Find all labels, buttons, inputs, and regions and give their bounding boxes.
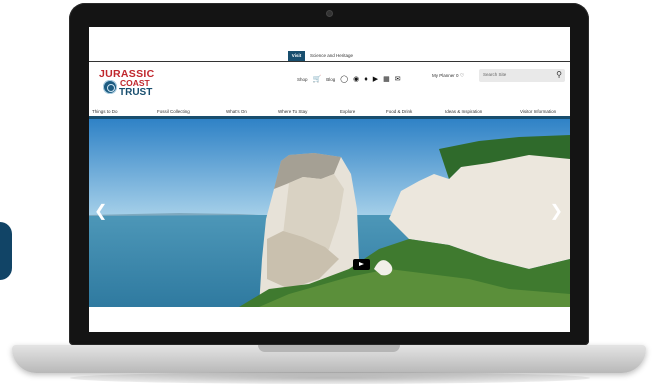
gallery-icon[interactable]: ▦ (383, 76, 390, 83)
ammonite-icon (103, 80, 117, 94)
chevron-right-icon[interactable]: ❯ (550, 201, 563, 221)
laptop-notch (258, 345, 400, 352)
tab-science-and-heritage[interactable]: Science and Heritage (310, 51, 353, 61)
search-icon[interactable]: ⚲ (556, 70, 562, 79)
laptop-screen: Visit Science and Heritage JURASSIC COAS… (89, 27, 570, 332)
search-placeholder: Search Site (483, 72, 507, 77)
instagram-icon[interactable]: ◯ (340, 76, 348, 83)
heart-icon: ♡ (459, 73, 465, 79)
utility-bar: Shop 🛒 Blog ◯ ◉ ♦ ▶ ▦ ✉ (297, 73, 401, 85)
laptop-shadow (70, 372, 590, 384)
laptop-lid: Visit Science and Heritage JURASSIC COAS… (69, 3, 589, 345)
planner-count: 0 (456, 73, 459, 78)
top-divider (89, 61, 570, 62)
logo-text-trust: TRUST (119, 87, 153, 98)
laptop-base (12, 345, 646, 373)
site-logo[interactable]: JURASSIC COAST TRUST (99, 68, 169, 100)
twitter-icon[interactable]: ♦ (364, 76, 368, 83)
facebook-icon[interactable]: ◉ (353, 76, 359, 83)
camera (327, 11, 332, 16)
email-icon[interactable]: ✉ (395, 76, 401, 83)
blog-link[interactable]: Blog (326, 77, 335, 82)
search-input[interactable]: Search Site ⚲ (479, 69, 565, 82)
hero-carousel[interactable]: ❮ ❯ (89, 119, 570, 307)
planner-label: My Planner (432, 73, 455, 78)
shop-link[interactable]: Shop (297, 77, 308, 82)
play-icon[interactable] (353, 259, 370, 270)
decorative-side-shape (0, 222, 12, 280)
cart-icon[interactable]: 🛒 (313, 76, 322, 83)
hero-image (89, 119, 570, 307)
my-planner-link[interactable]: My Planner 0 ♡ (432, 73, 464, 79)
chevron-left-icon[interactable]: ❮ (94, 201, 107, 221)
section-tabs: Visit Science and Heritage (89, 51, 570, 61)
youtube-icon[interactable]: ▶ (373, 76, 378, 83)
tab-visit[interactable]: Visit (288, 51, 305, 61)
